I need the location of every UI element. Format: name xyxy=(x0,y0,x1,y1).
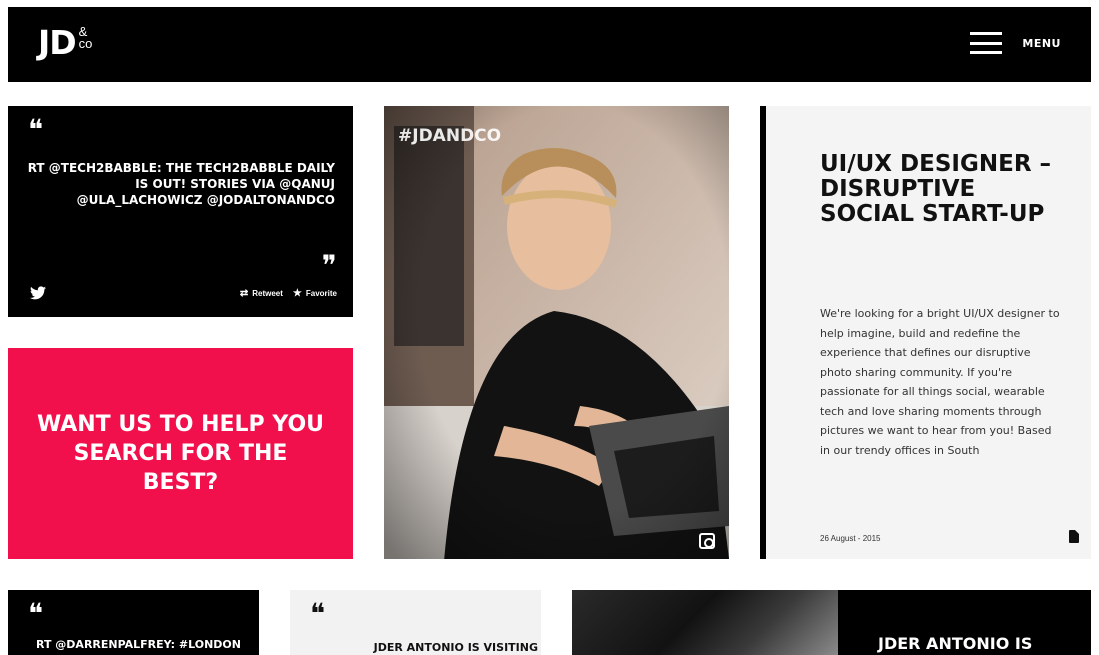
logo-suffix: & co xyxy=(78,25,93,51)
feature-title: JDER ANTONIO IS xyxy=(878,634,1033,653)
hashtag-label: #JDANDCO xyxy=(398,126,502,146)
feature-card[interactable]: JDER ANTONIO IS xyxy=(572,590,1091,655)
retweet-label: Retweet xyxy=(252,289,283,298)
tweet-actions: ⇄ Retweet ★ Favorite xyxy=(230,288,337,299)
tweet-card[interactable]: ❝ JDER ANTONIO IS VISITING xyxy=(290,590,541,655)
menu-button[interactable]: MENU xyxy=(970,32,1061,54)
quote-close-icon: ❞ xyxy=(321,249,337,282)
tweet-card[interactable]: ❝ RT @DARRENPALFREY: #LONDON #KENSINGTON xyxy=(8,590,259,655)
logo-main: JD xyxy=(38,23,77,62)
job-description: We're looking for a bright UI/UX designe… xyxy=(820,307,1060,457)
site-header: JD & co MENU xyxy=(8,7,1091,82)
job-card[interactable]: UI/UX DESIGNER – DISRUPTIVE SOCIAL START… xyxy=(760,106,1091,559)
star-icon: ★ xyxy=(292,288,302,299)
quote-open-icon: ❝ xyxy=(28,113,43,146)
tweet-text: JDER ANTONIO IS VISITING xyxy=(373,641,538,654)
instagram-icon[interactable] xyxy=(699,533,715,549)
favorite-label: Favorite xyxy=(305,289,337,298)
cta-card[interactable]: WANT US TO HELP YOU SEARCH FOR THE BEST? xyxy=(8,348,353,559)
retweet-button[interactable]: ⇄ Retweet xyxy=(240,288,283,299)
tweet-text: RT @DARRENPALFREY: #LONDON #KENSINGTON xyxy=(35,638,241,655)
quote-open-icon: ❝ xyxy=(28,597,43,630)
job-date: 26 August - 2015 xyxy=(820,534,881,543)
logo-co: co xyxy=(78,36,93,51)
hamburger-icon xyxy=(970,32,1003,54)
tweet-card[interactable]: ❝ RT @TECH2BABBLE: THE TECH2BABBLE DAILY… xyxy=(8,106,353,317)
job-title[interactable]: UI/UX DESIGNER – DISRUPTIVE SOCIAL START… xyxy=(820,152,1060,227)
text-fade xyxy=(820,478,1060,502)
feature-image xyxy=(572,590,838,655)
menu-label: MENU xyxy=(1022,36,1061,50)
logo[interactable]: JD & co xyxy=(38,25,92,61)
retweet-icon: ⇄ xyxy=(239,288,249,299)
cta-text: WANT US TO HELP YOU SEARCH FOR THE BEST? xyxy=(36,412,325,495)
photo-image xyxy=(384,106,729,559)
instagram-photo-card[interactable]: #JDANDCO xyxy=(384,106,729,559)
tweet-text: RT @TECH2BABBLE: THE TECH2BABBLE DAILY I… xyxy=(27,161,335,207)
quote-open-icon: ❝ xyxy=(310,597,325,630)
twitter-bird-icon[interactable] xyxy=(30,286,46,300)
favorite-button[interactable]: ★ Favorite xyxy=(293,288,337,299)
document-icon[interactable] xyxy=(1069,530,1079,543)
